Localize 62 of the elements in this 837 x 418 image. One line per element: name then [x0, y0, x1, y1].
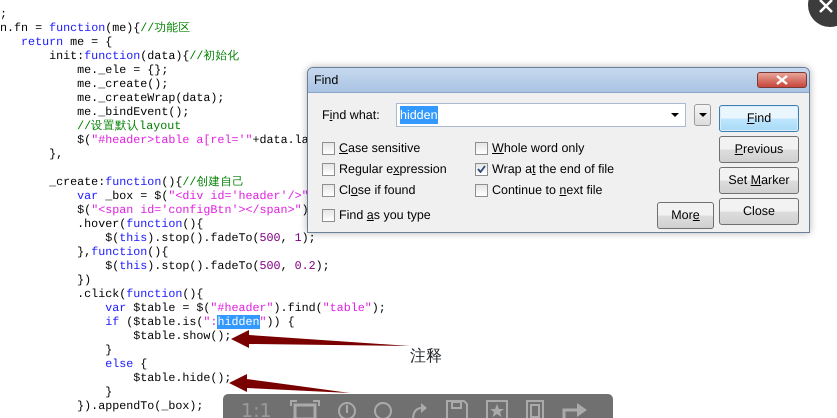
- code-line: init:function(data){//初始化: [48, 49, 240, 63]
- code-line: _create:function(){//创建自己: [48, 175, 244, 189]
- dialog-button[interactable]: More: [657, 202, 714, 229]
- annotation-text: 注释: [410, 346, 442, 366]
- checkbox[interactable]: [475, 184, 488, 196]
- code-line: $("#header>table a[rel='"+data.la: [76, 133, 309, 147]
- code-line: if ($table.is(":hidden")) {: [104, 315, 295, 329]
- code-line: }): [76, 273, 92, 287]
- code-line: //设置默认layout: [76, 119, 182, 133]
- code-line: var _box = $("<div id='header'/>": [76, 189, 309, 203]
- checkbox[interactable]: [322, 162, 335, 176]
- find-what-label: Find what:: [322, 106, 381, 124]
- close-button[interactable]: [808, 0, 837, 27]
- option-label[interactable]: Case sensitive: [339, 138, 420, 158]
- code-line: else {: [104, 357, 148, 371]
- code-line: $("<span id='configBtn'></span>"): [76, 203, 309, 217]
- dialog-button[interactable]: Previous: [719, 136, 799, 163]
- option-label[interactable]: Wrap at the end of file: [492, 160, 614, 178]
- checkbox[interactable]: [475, 142, 488, 154]
- code-line: return me = {: [20, 35, 112, 49]
- code-line: $table.show();: [132, 329, 232, 343]
- code-line: me._create();: [76, 77, 168, 91]
- code-line: }: [104, 385, 112, 399]
- code-line: },function(){: [76, 245, 168, 259]
- field-value: hidden: [400, 106, 438, 124]
- dropdown-button[interactable]: [694, 104, 711, 126]
- code-line: }: [104, 343, 112, 357]
- checkbox[interactable]: [322, 209, 335, 222]
- rotate-icon[interactable]: [410, 400, 428, 418]
- option-label[interactable]: Close if found: [339, 180, 416, 200]
- code-line: ;: [0, 7, 8, 21]
- code-line: me._ele = {};: [76, 63, 168, 77]
- code-line: n.fn = function(me){//功能区: [0, 21, 190, 35]
- dialog-title: Find: [314, 72, 338, 89]
- close-icon[interactable]: [776, 75, 788, 85]
- code-line: $(this).stop().fadeTo(500, 0.2);: [104, 259, 330, 273]
- code-line: me._bindEvent();: [76, 105, 190, 119]
- option-label[interactable]: Continue to next file: [492, 180, 603, 200]
- checkbox[interactable]: [322, 142, 335, 154]
- code-line: .hover(function(){: [76, 217, 204, 231]
- code-line: $table.hide();: [132, 371, 232, 385]
- code-line: .click(function(){: [76, 287, 204, 301]
- option-label[interactable]: Regular expression: [339, 160, 447, 178]
- code-line: }).appendTo(_box);: [76, 399, 204, 413]
- dialog-button[interactable]: Find: [719, 105, 799, 132]
- dropdown-arrow-icon[interactable]: [671, 113, 679, 117]
- caret-icon[interactable]: [698, 113, 706, 117]
- share-icon[interactable]: [562, 400, 588, 418]
- checkbox[interactable]: [475, 162, 488, 176]
- save-icon[interactable]: [446, 400, 468, 418]
- dialog-button[interactable]: Set Marker: [719, 167, 799, 194]
- code-line: me._createWrap(data);: [76, 91, 224, 105]
- dialog-button[interactable]: Close: [719, 198, 799, 225]
- fit-screen-icon[interactable]: [290, 400, 320, 418]
- code-line: },: [48, 147, 64, 161]
- option-label[interactable]: Find as you type: [339, 206, 431, 225]
- option-label[interactable]: Whole word only: [492, 138, 584, 158]
- code-line: $(this).stop().fadeTo(500, 1);: [104, 231, 316, 245]
- code-line: var $table = $("#header").find("table");: [104, 301, 386, 315]
- checkbox[interactable]: [322, 184, 335, 196]
- close-button[interactable]: [757, 72, 807, 88]
- star-icon[interactable]: [486, 400, 508, 418]
